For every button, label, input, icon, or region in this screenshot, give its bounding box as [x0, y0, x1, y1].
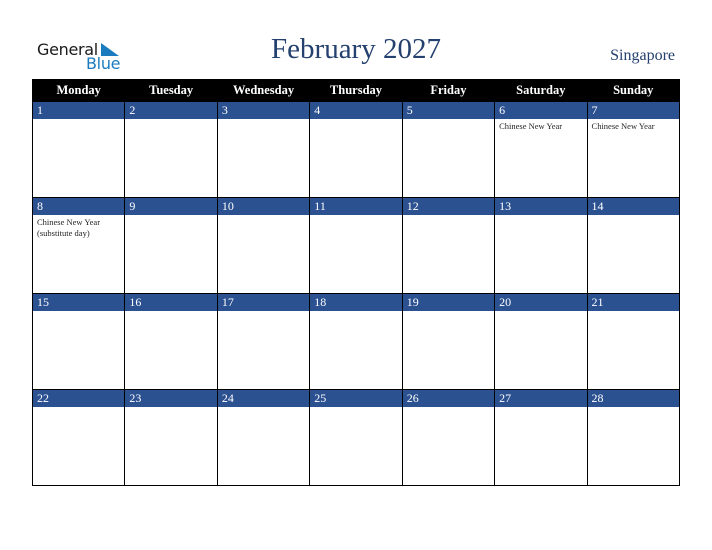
day-cell[interactable]: 6 Chinese New Year: [494, 101, 588, 198]
day-cell[interactable]: 25: [309, 389, 403, 486]
calendar-grid: Monday Tuesday Wednesday Thursday Friday…: [31, 79, 681, 486]
day-number: 19: [402, 294, 495, 311]
day-cell[interactable]: 20: [494, 293, 588, 390]
day-number: 11: [310, 198, 402, 215]
day-number: 18: [310, 294, 402, 311]
day-cell[interactable]: 12: [401, 197, 496, 294]
holiday-event: Chinese New Year: [499, 121, 563, 131]
day-number: 20: [495, 294, 587, 311]
weekday-header-row: Monday Tuesday Wednesday Thursday Friday…: [31, 79, 681, 102]
page-title: February 2027: [271, 33, 441, 65]
week-row: 15 16 17 18 19 20 21: [31, 293, 681, 390]
day-cell[interactable]: 23: [124, 389, 218, 486]
day-number: 1: [33, 102, 125, 119]
day-number: 10: [217, 198, 310, 215]
day-number: 25: [310, 390, 402, 407]
day-cell[interactable]: 16: [124, 293, 218, 390]
day-number: 22: [33, 390, 125, 407]
day-cell[interactable]: 21: [586, 293, 681, 390]
day-number: 3: [217, 102, 310, 119]
day-cell[interactable]: 11: [309, 197, 403, 294]
day-number: 7: [587, 102, 679, 119]
day-cell[interactable]: 5: [401, 101, 496, 198]
weekday-header: Wednesday: [216, 79, 311, 102]
country-label: Singapore: [610, 47, 675, 64]
holiday-event: Chinese New Year (substitute day): [37, 217, 101, 238]
weekday-header: Friday: [401, 79, 496, 102]
holiday-event: Chinese New Year: [591, 121, 655, 131]
day-cell[interactable]: 19: [401, 293, 496, 390]
day-cell[interactable]: 10: [216, 197, 311, 294]
day-cell[interactable]: 24: [216, 389, 311, 486]
day-number: 21: [587, 294, 679, 311]
day-cell[interactable]: 28: [586, 389, 681, 486]
day-cell[interactable]: 4: [309, 101, 403, 198]
weekday-header: Sunday: [586, 79, 681, 102]
day-number: 13: [495, 198, 587, 215]
day-cell[interactable]: 22: [31, 389, 126, 486]
day-cell[interactable]: 27: [494, 389, 588, 486]
week-row: 8 Chinese New Year (substitute day) 9 10 11 1…: [31, 197, 681, 294]
day-cell[interactable]: 2: [124, 101, 218, 198]
weekday-header: Tuesday: [124, 79, 218, 102]
day-number: 23: [125, 390, 217, 407]
day-cell[interactable]: 1: [31, 101, 126, 198]
day-number: 26: [402, 390, 495, 407]
day-cell[interactable]: 17: [216, 293, 311, 390]
day-number: 17: [217, 294, 310, 311]
day-cell[interactable]: 7 Chinese New Year: [586, 101, 681, 198]
day-number: 5: [402, 102, 495, 119]
week-row: 1 2 3 4 5 6 Chinese New Year 7 Chinese New Year: [31, 101, 681, 198]
day-cell[interactable]: 8 Chinese New Year (substitute day): [31, 197, 126, 294]
day-number: 28: [587, 390, 679, 407]
day-number: 27: [495, 390, 587, 407]
weekday-header: Monday: [31, 79, 126, 102]
weekday-header: Saturday: [494, 79, 588, 102]
day-cell[interactable]: 3: [216, 101, 311, 198]
day-number: 14: [587, 198, 679, 215]
day-number: 12: [402, 198, 495, 215]
day-cell[interactable]: 15: [31, 293, 126, 390]
day-cell[interactable]: 13: [494, 197, 588, 294]
day-number: 16: [125, 294, 217, 311]
weekday-header: Thursday: [309, 79, 403, 102]
day-number: 2: [125, 102, 217, 119]
day-number: 4: [310, 102, 402, 119]
day-cell[interactable]: 26: [401, 389, 496, 486]
day-cell[interactable]: 14: [586, 197, 681, 294]
day-number: 9: [125, 198, 217, 215]
day-cell[interactable]: 18: [309, 293, 403, 390]
week-row: 22 23 24 25 26 27 28: [31, 389, 681, 486]
day-cell[interactable]: 9: [124, 197, 218, 294]
day-number: 15: [33, 294, 125, 311]
day-number: 8: [33, 198, 125, 215]
day-number: 6: [495, 102, 587, 119]
day-number: 24: [217, 390, 310, 407]
